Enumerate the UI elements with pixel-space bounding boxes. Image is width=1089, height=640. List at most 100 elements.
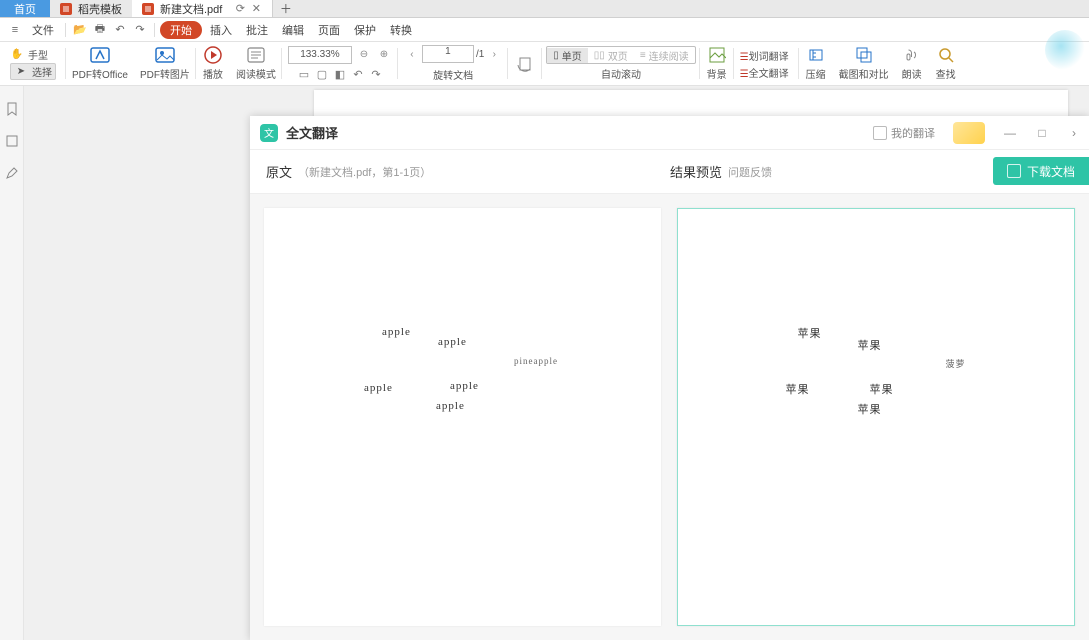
source-label: 原文 — [266, 162, 292, 181]
word-translate[interactable]: ☰划词翻译 — [740, 48, 789, 63]
read-mode[interactable]: 阅读模式 — [230, 42, 282, 85]
download-icon — [1007, 164, 1021, 178]
result-word: 苹果 — [786, 381, 810, 397]
tab-template[interactable]: 稻壳模板 — [50, 0, 132, 17]
crop-compare[interactable]: 截图和对比 — [833, 42, 895, 85]
page-input[interactable]: 1 — [422, 45, 474, 63]
translate-panel-titlebar: 全文翻译 我的翻译 — □ › — [250, 116, 1089, 150]
rotate-right-icon[interactable]: ↷ — [369, 68, 383, 82]
minimize-icon[interactable]: — — [1003, 126, 1017, 140]
background-dropdown[interactable]: 背景 — [700, 42, 734, 85]
read-aloud[interactable]: 朗读 — [895, 42, 929, 85]
zoom-in-icon[interactable]: ⊕ — [376, 46, 392, 64]
zoom-select[interactable]: 133.33% — [288, 46, 352, 64]
full-translate-label: 全文翻译 — [749, 69, 789, 80]
play-button[interactable]: 播放 — [196, 42, 230, 85]
tab-refresh-icon[interactable]: ⟳ — [234, 3, 246, 15]
read-aloud-icon — [901, 46, 923, 64]
double-page-label: 双页 — [608, 48, 628, 63]
translate-logo-icon — [260, 124, 278, 142]
open-icon[interactable]: 📂 — [71, 21, 89, 39]
next-page-icon[interactable]: › — [486, 45, 502, 63]
tab-document[interactable]: 新建文档.pdf ⟳ ✕ — [132, 0, 272, 17]
menu-edit[interactable]: 编辑 — [276, 20, 310, 40]
full-translate[interactable]: ☰全文翻译 — [740, 65, 789, 80]
page-total: /1 — [476, 49, 484, 60]
new-tab-button[interactable]: ＋ — [272, 0, 298, 17]
prev-page-icon[interactable]: ‹ — [404, 45, 420, 63]
undo-icon[interactable]: ↶ — [111, 21, 129, 39]
source-word: apple — [382, 326, 411, 338]
redo-icon[interactable]: ↷ — [131, 21, 149, 39]
print-icon[interactable]: 🖶 — [91, 21, 109, 39]
single-page[interactable]: ▯单页 — [547, 48, 588, 63]
play-icon — [202, 46, 224, 64]
translate-panel: 全文翻译 我的翻译 — □ › 原文 （新建文档.pdf，第1-1页） 结果预览… — [250, 116, 1089, 640]
pdf-image-icon — [154, 46, 176, 64]
continuous-read[interactable]: ≡连续阅读 — [634, 48, 695, 63]
word-translate-label: 划词翻译 — [749, 52, 789, 63]
user-avatar[interactable] — [953, 122, 985, 144]
rotate-left-icon[interactable]: ↶ — [351, 68, 365, 82]
menu-annotate[interactable]: 批注 — [240, 20, 274, 40]
translate-panel-title: 全文翻译 — [286, 123, 338, 142]
feedback-link[interactable]: 问题反馈 — [728, 164, 772, 180]
pdf-office-label: PDF转Office — [72, 66, 128, 81]
bookmark-icon[interactable] — [5, 102, 19, 116]
double-page-icon: ▯▯ — [594, 50, 605, 61]
my-translations[interactable]: 我的翻译 — [873, 125, 935, 141]
full-translate-icon: ☰ — [740, 69, 749, 80]
cont-read-label: 连续阅读 — [649, 48, 689, 63]
source-word: apple — [438, 336, 467, 348]
source-word: pineapple — [514, 356, 558, 366]
menu-page[interactable]: 页面 — [312, 20, 346, 40]
page-layout-group: ▯单页 ▯▯双页 ≡连续阅读 — [546, 46, 695, 64]
tab-template-label: 稻壳模板 — [78, 1, 122, 17]
maximize-icon[interactable]: □ — [1035, 126, 1049, 140]
pdf-to-office[interactable]: PDF转Office — [66, 42, 134, 85]
source-word: apple — [450, 380, 479, 392]
my-translations-icon — [873, 126, 887, 140]
find[interactable]: 查找 — [929, 42, 963, 85]
expand-icon[interactable]: › — [1067, 126, 1081, 140]
select-tool[interactable]: ➤选择 — [10, 63, 56, 80]
read-mode-label: 阅读模式 — [236, 66, 276, 81]
source-pane: apple apple pineapple apple apple apple — [264, 208, 661, 626]
pdf-to-image[interactable]: PDF转图片 — [134, 42, 196, 85]
result-pane: 苹果 苹果 菠萝 苹果 苹果 苹果 — [677, 208, 1076, 626]
actual-size-icon[interactable]: ◧ — [333, 68, 347, 82]
crop-compare-icon — [853, 46, 875, 64]
app-menu-icon[interactable]: ≡ — [6, 21, 24, 39]
cursor-icon: ➤ — [14, 65, 28, 79]
find-icon — [935, 46, 957, 64]
hand-tool[interactable]: ✋手型 — [10, 47, 56, 62]
source-word: apple — [364, 382, 393, 394]
download-button[interactable]: 下载文档 — [993, 157, 1089, 185]
annotation-icon[interactable] — [5, 166, 19, 180]
double-page[interactable]: ▯▯双页 — [588, 48, 634, 63]
translate-subbar: 原文 （新建文档.pdf，第1-1页） 结果预览 问题反馈 下载文档 — [250, 150, 1089, 194]
menu-insert[interactable]: 插入 — [204, 20, 238, 40]
fit-page-icon[interactable]: ▢ — [315, 68, 329, 82]
download-label: 下载文档 — [1027, 163, 1075, 180]
rotate-doc[interactable] — [508, 42, 542, 85]
menu-file[interactable]: 文件 — [26, 20, 60, 40]
play-label: 播放 — [203, 66, 223, 81]
menu-convert[interactable]: 转换 — [384, 20, 418, 40]
tab-home[interactable]: 首页 — [0, 0, 50, 17]
compress-label: 压缩 — [806, 66, 826, 81]
single-page-icon: ▯ — [553, 50, 559, 61]
tab-home-label: 首页 — [14, 1, 36, 17]
zoom-out-icon[interactable]: ⊖ — [356, 46, 372, 64]
fit-width-icon[interactable]: ▭ — [297, 68, 311, 82]
auto-scroll[interactable]: 自动滚动 — [601, 66, 641, 81]
read-mode-icon — [245, 46, 267, 64]
thumbs-icon[interactable] — [5, 134, 19, 148]
zoom-value: 133.33% — [300, 49, 339, 60]
menu-protect[interactable]: 保护 — [348, 20, 382, 40]
rotate-doc-label[interactable]: 旋转文档 — [433, 67, 473, 82]
background-label: 背景 — [707, 66, 727, 81]
tab-close-icon[interactable]: ✕ — [250, 3, 262, 15]
menu-start[interactable]: 开始 — [160, 21, 202, 39]
compress[interactable]: 压缩 — [799, 42, 833, 85]
